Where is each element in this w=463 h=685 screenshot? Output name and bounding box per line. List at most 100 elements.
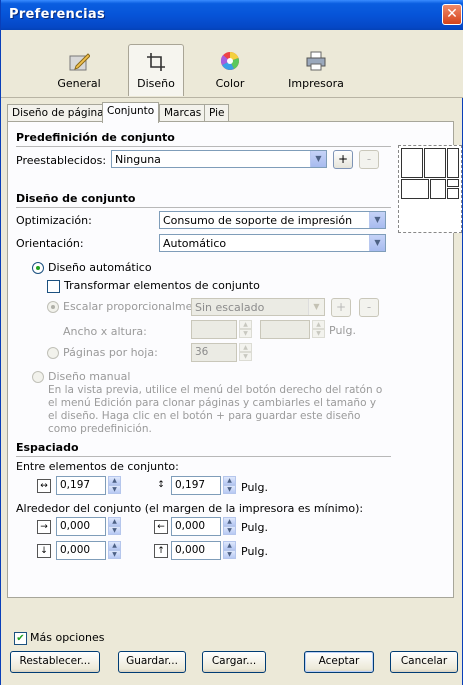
preset-divider [16,146,391,147]
category-toolbar: General Diseño Color Impresora [1,30,463,98]
tab-footer[interactable]: Pie [204,104,230,122]
scale-radio[interactable] [47,301,59,313]
horizontal-spacing-input[interactable]: 0,197 [56,476,106,495]
general-pencil-icon [69,53,90,71]
auto-layout-radio[interactable] [32,262,44,274]
preview-page [430,179,446,199]
vertical-spacing-input[interactable]: 0,197 [171,476,221,495]
top-margin-icon: → [37,520,51,534]
layout-section-title: Diseño de conjunto [16,192,136,205]
more-options-checkbox[interactable]: ✔ [14,632,27,645]
chevron-down-icon: ▼ [239,329,252,338]
width-stepper[interactable]: ▲ ▼ [239,320,252,339]
chevron-down-icon: ▼ [223,526,236,535]
orientation-select-value: Automático [163,237,227,250]
add-preset-button[interactable]: + [333,150,353,169]
pages-per-sheet-radio[interactable] [47,347,59,359]
between-unit-label: Pulg. [241,481,268,494]
toolbar-layout-label: Diseño [137,77,175,90]
cancel-button[interactable]: Cancelar [390,651,458,673]
reset-button[interactable]: Restablecer... [10,651,100,673]
vertical-spacing-stepper[interactable]: ▲ ▼ [223,476,236,495]
size-unit-label: Pulg. [329,324,356,337]
left-margin-stepper[interactable]: ▲ ▼ [223,541,236,560]
toolbar-layout-button[interactable]: Diseño [128,44,184,96]
horizontal-spacing-stepper[interactable]: ▲ ▼ [108,476,121,495]
printer-icon [306,51,326,71]
scale-add-button[interactable]: + [331,298,351,317]
preview-page [401,148,423,178]
optimization-label: Optimización: [16,214,92,227]
chevron-down-icon: ▼ [239,352,252,361]
chevron-up-icon: ▲ [239,320,252,329]
right-margin-input[interactable]: 0,000 [171,517,221,536]
right-margin-value: 0,000 [175,520,206,532]
bottom-margin-input[interactable]: 0,000 [56,541,106,560]
preview-page [447,179,459,187]
scale-select[interactable]: Sin escalado ▼ [191,298,325,316]
height-input[interactable] [260,320,310,339]
scale-remove-button[interactable]: - [359,298,379,317]
tab-footer-label: Pie [209,107,225,119]
preset-select-value: Ninguna [115,153,161,166]
chevron-down-icon: ▼ [108,485,121,494]
transform-elements-label: Transformar elementos de conjunto [64,279,260,292]
chevron-down-icon: ▼ [369,235,385,251]
preset-section-title: Predefinición de conjunto [16,131,175,144]
ok-button[interactable]: Aceptar [304,651,374,673]
bottom-margin-value: 0,000 [60,544,91,556]
more-options-label: Más opciones [30,631,105,644]
optimization-select[interactable]: Consumo de soporte de impresión ▼ [159,211,386,229]
layout-preview[interactable] [398,145,462,233]
chevron-down-icon: ▼ [310,151,326,167]
manual-layout-radio[interactable] [32,371,44,383]
left-margin-input[interactable]: 0,000 [171,541,221,560]
bottom-margin-stepper[interactable]: ▲ ▼ [108,541,121,560]
auto-layout-label: Diseño automático [48,261,152,274]
toolbar-color-label: Color [215,77,245,90]
toolbar-printer-button[interactable]: Impresora [281,44,351,96]
save-button[interactable]: Guardar... [118,651,186,673]
chevron-down-icon: ▼ [369,212,385,228]
vertical-spacing-icon: ↕ [157,480,165,490]
color-wheel-icon [220,51,239,70]
remove-preset-button[interactable]: - [359,150,379,169]
chevron-down-icon: ▼ [308,299,324,315]
top-margin-input[interactable]: 0,000 [56,517,106,536]
manual-layout-label: Diseño manual [48,370,131,383]
chevron-up-icon: ▲ [223,541,236,550]
tab-page-layout-label: Diseño de página [12,107,104,119]
left-margin-value: 0,000 [175,544,206,556]
toolbar-general-button[interactable]: General [51,44,107,96]
preset-select[interactable]: Ninguna ▼ [111,150,327,168]
pages-per-sheet-input[interactable]: 36 [191,343,237,362]
preview-page [424,148,446,178]
top-margin-stepper[interactable]: ▲ ▼ [108,517,121,536]
right-margin-stepper[interactable]: ▲ ▼ [223,517,236,536]
pages-per-sheet-stepper[interactable]: ▲ ▼ [239,343,252,362]
orientation-select[interactable]: Automático ▼ [159,234,386,252]
toolbar-color-button[interactable]: Color [202,44,258,96]
tab-marks[interactable]: Marcas [159,104,207,122]
checkmark-icon: ✔ [16,633,25,644]
chevron-up-icon: ▲ [108,517,121,526]
top-margin-value: 0,000 [60,520,91,532]
manual-layout-description: En la vista previa, utilice el menú del … [48,384,383,435]
spacing-section-title: Espaciado [16,441,79,454]
left-margin-icon: ↑ [154,544,168,558]
width-input[interactable] [191,320,237,339]
between-elements-label: Entre elementos de conjunto: [16,460,179,473]
tab-imposition[interactable]: Conjunto [102,102,160,123]
load-button[interactable]: Cargar... [202,651,266,673]
close-button[interactable]: ✕ [442,4,462,25]
chevron-down-icon: ▼ [108,526,121,535]
pages-per-sheet-value: 36 [195,346,209,358]
toolbar-printer-label: Impresora [288,77,344,90]
height-stepper[interactable]: ▲ ▼ [312,320,325,339]
layout-divider [16,207,391,208]
dialog-footer: ✔ Más opciones Restablecer... Guardar...… [1,600,463,685]
chevron-up-icon: ▲ [108,541,121,550]
tab-page-layout[interactable]: Diseño de página [7,104,109,122]
preferences-window: Preferencias ✕ General Diseño Color Impr… [0,0,463,685]
transform-elements-checkbox[interactable] [47,280,60,293]
